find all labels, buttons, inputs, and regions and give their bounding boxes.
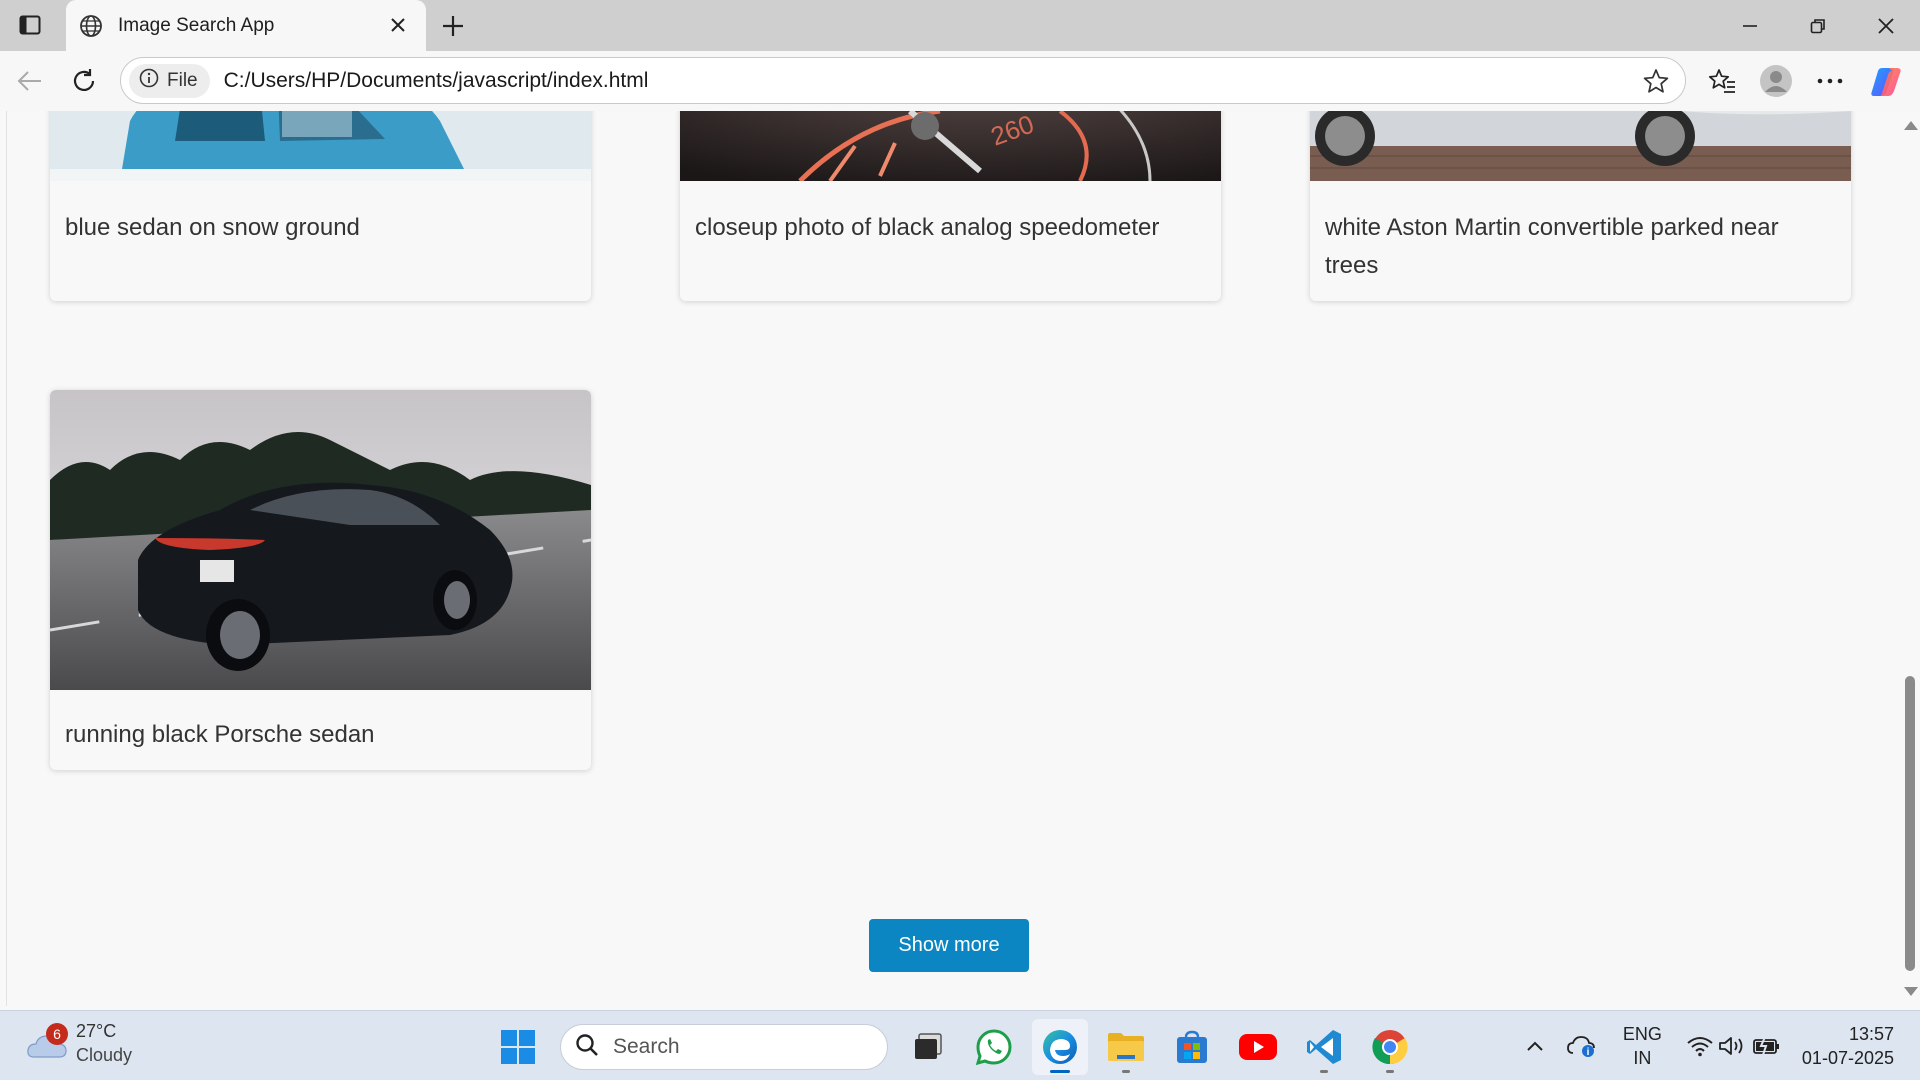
minimize-icon[interactable]	[1716, 0, 1784, 51]
card-image-aston-martin[interactable]	[1310, 111, 1851, 181]
search-icon	[575, 1033, 599, 1062]
site-info-button[interactable]: File	[129, 63, 210, 98]
url-text[interactable]: C:/Users/HP/Documents/javascript/index.h…	[224, 69, 649, 93]
restore-icon[interactable]	[1784, 0, 1852, 51]
favorites-icon[interactable]	[1702, 61, 1742, 101]
cloud-icon: 6	[26, 1023, 68, 1063]
region-code: IN	[1633, 1048, 1652, 1068]
taskbar-apps: Search	[490, 1019, 1428, 1075]
tab-title: Image Search App	[118, 14, 275, 36]
running-indicator	[1320, 1070, 1328, 1073]
card-caption: blue sedan on snow ground	[65, 214, 360, 241]
battery-charging-icon[interactable]	[1748, 1024, 1784, 1068]
browser-tab-active[interactable]: Image Search App	[66, 0, 426, 51]
page-scrollbar[interactable]	[1900, 111, 1920, 1006]
svg-text:i: i	[1587, 1047, 1590, 1058]
volume-icon[interactable]	[1716, 1024, 1748, 1068]
profile-avatar-icon[interactable]	[1756, 61, 1796, 101]
whatsapp-icon[interactable]	[966, 1019, 1022, 1075]
add-favorite-star-icon[interactable]	[1641, 66, 1671, 96]
card-caption: closeup photo of black analog speedomete…	[695, 214, 1160, 241]
close-tab-icon[interactable]	[386, 13, 410, 37]
microsoft-store-icon[interactable]	[1164, 1019, 1220, 1075]
windows-taskbar: 6 27°C Cloudy Search i ENG IN 13:57 01-0…	[0, 1010, 1920, 1080]
taskbar-search-box[interactable]: Search	[560, 1024, 888, 1070]
card-caption: running black Porsche sedan	[65, 721, 375, 748]
system-clock[interactable]: 13:57 01-07-2025	[1802, 1022, 1894, 1070]
card-caption: white Aston Martin convertible parked ne…	[1325, 214, 1779, 279]
vscode-icon[interactable]	[1296, 1019, 1352, 1075]
site-info-label: File	[167, 69, 198, 91]
weather-widget[interactable]: 6 27°C Cloudy	[26, 1019, 132, 1067]
image-card[interactable]: blue sedan on snow ground	[50, 111, 591, 301]
task-view-icon[interactable]	[900, 1019, 956, 1075]
language-code: ENG	[1622, 1024, 1662, 1044]
card-image-speedometer[interactable]: 260	[680, 111, 1221, 181]
more-options-icon[interactable]	[1810, 61, 1850, 101]
weather-alert-badge: 6	[46, 1023, 68, 1045]
info-icon	[139, 68, 159, 93]
image-card[interactable]: running black Porsche sedan	[50, 390, 591, 770]
address-bar[interactable]: File C:/Users/HP/Documents/javascript/in…	[120, 57, 1686, 104]
scrollbar-thumb[interactable]	[1905, 676, 1915, 971]
new-tab-button[interactable]	[437, 10, 469, 42]
file-explorer-icon[interactable]	[1098, 1019, 1154, 1075]
onedrive-status-icon[interactable]: i	[1557, 1024, 1607, 1068]
window-controls	[1716, 0, 1920, 51]
wifi-icon[interactable]	[1684, 1024, 1716, 1068]
browser-tabstrip: Image Search App	[0, 0, 1920, 51]
search-placeholder: Search	[613, 1035, 680, 1058]
image-card[interactable]: white Aston Martin convertible parked ne…	[1310, 111, 1851, 301]
active-indicator	[1050, 1070, 1070, 1073]
refresh-icon[interactable]	[66, 63, 102, 99]
tab-actions-icon[interactable]	[14, 11, 46, 39]
close-window-icon[interactable]	[1852, 0, 1920, 51]
scroll-down-arrow-icon[interactable]	[1904, 987, 1918, 996]
edge-browser-icon[interactable]	[1032, 1019, 1088, 1075]
copilot-icon[interactable]	[1866, 61, 1906, 101]
youtube-icon[interactable]	[1230, 1019, 1286, 1075]
scroll-up-arrow-icon[interactable]	[1904, 121, 1918, 130]
browser-toolbar: File C:/Users/HP/Documents/javascript/in…	[0, 51, 1920, 111]
windows-start-icon[interactable]	[490, 1019, 546, 1075]
weather-condition: Cloudy	[76, 1045, 133, 1065]
chevron-up-icon[interactable]	[1513, 1024, 1557, 1068]
input-language-indicator[interactable]: ENG IN	[1623, 1022, 1662, 1070]
weather-temperature: 27°C	[76, 1021, 117, 1041]
back-arrow-icon[interactable]	[12, 63, 48, 99]
clock-time: 13:57	[1848, 1024, 1894, 1044]
system-tray: i ENG IN 13:57 01-07-2025	[1513, 1011, 1920, 1080]
show-more-button[interactable]: Show more	[869, 919, 1029, 972]
running-indicator	[1122, 1070, 1130, 1073]
image-card[interactable]: 260 closeup photo of black analog speedo…	[680, 111, 1221, 301]
chrome-icon[interactable]	[1362, 1019, 1418, 1075]
card-image-porsche[interactable]	[50, 390, 591, 690]
page-viewport: blue sedan on snow ground 260 closeup ph…	[6, 111, 1894, 1006]
running-indicator	[1386, 1070, 1394, 1073]
card-image-blue-sedan[interactable]	[50, 111, 591, 181]
globe-icon	[78, 13, 104, 39]
clock-date: 01-07-2025	[1801, 1048, 1894, 1068]
